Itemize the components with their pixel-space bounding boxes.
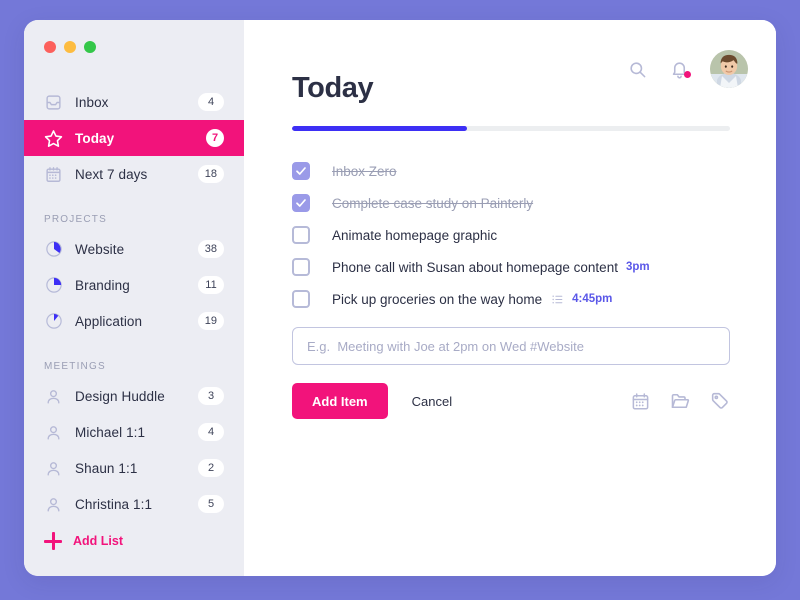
sidebar-item-badge: 11 xyxy=(198,276,224,294)
task-checkbox[interactable] xyxy=(292,162,310,180)
projects-list: Website 38 Branding 11 Application 19 xyxy=(24,231,244,339)
sidebar-item-label: Design Huddle xyxy=(75,388,165,404)
task-time: 3pm xyxy=(625,261,650,273)
sidebar-item-badge: 38 xyxy=(197,240,224,258)
sidebar-item-badge: 19 xyxy=(197,312,224,330)
new-task-input[interactable] xyxy=(307,338,715,354)
window-controls xyxy=(24,20,244,72)
sidebar-item-next-7-days[interactable]: Next 7 days 18 xyxy=(24,156,244,192)
task-label: Phone call with Susan about homepage con… xyxy=(332,259,618,275)
meetings-section-title: MEETINGS xyxy=(44,361,106,372)
subtask-list-icon xyxy=(551,293,564,306)
task-checkbox[interactable] xyxy=(292,226,310,244)
tag-icon[interactable] xyxy=(710,391,730,411)
task-time: 4:45pm xyxy=(572,293,613,305)
sidebar-item-badge: 2 xyxy=(198,459,224,477)
plus-icon xyxy=(44,532,62,550)
primary-nav: Inbox 4 Today 7 Next 7 days 18 xyxy=(24,84,244,192)
sidebar: Inbox 4 Today 7 Next 7 days 18 PROJECTS … xyxy=(24,20,244,576)
main-content: Today Inbox Zero Complete case study on … xyxy=(244,20,776,576)
sidebar-item-label: Michael 1:1 xyxy=(75,424,146,440)
person-icon xyxy=(44,495,63,514)
sidebar-item-label: Application xyxy=(75,313,143,329)
sidebar-item-christina-1-1[interactable]: Christina 1:1 5 xyxy=(24,486,244,522)
progress-bar-fill xyxy=(292,126,468,131)
header-actions xyxy=(626,50,748,88)
sidebar-item-label: Next 7 days xyxy=(75,166,148,182)
sidebar-item-badge: 5 xyxy=(198,495,224,513)
inbox-icon xyxy=(44,93,63,112)
new-task-input-wrapper[interactable] xyxy=(292,327,730,365)
task-item[interactable]: Complete case study on Painterly xyxy=(292,187,730,219)
sidebar-item-label: Today xyxy=(75,130,115,146)
task-label: Pick up groceries on the way home xyxy=(332,291,543,307)
task-label: Inbox Zero xyxy=(332,163,397,179)
folder-icon[interactable] xyxy=(670,391,690,411)
sidebar-item-badge: 4 xyxy=(198,93,224,111)
sidebar-item-badge: 18 xyxy=(197,165,224,183)
avatar[interactable] xyxy=(710,50,748,88)
sidebar-item-design-huddle[interactable]: Design Huddle 3 xyxy=(24,378,244,414)
sidebar-item-badge: 3 xyxy=(198,387,224,405)
pie-progress-icon xyxy=(44,240,63,259)
bell-icon[interactable] xyxy=(668,58,691,80)
maximize-button[interactable] xyxy=(84,41,96,53)
composer-actions: Add Item Cancel xyxy=(292,383,730,419)
sidebar-item-today[interactable]: Today 7 xyxy=(24,120,244,156)
sidebar-item-website[interactable]: Website 38 xyxy=(24,231,244,267)
task-item[interactable]: Pick up groceries on the way home 4:45pm xyxy=(292,283,730,315)
task-list: Inbox Zero Complete case study on Painte… xyxy=(292,155,730,315)
sidebar-item-badge: 7 xyxy=(206,129,224,147)
sidebar-item-label: Inbox xyxy=(75,94,109,110)
task-item[interactable]: Inbox Zero xyxy=(292,155,730,187)
calendar-icon xyxy=(44,165,63,184)
pie-progress-icon xyxy=(44,312,63,331)
sidebar-item-shaun-1-1[interactable]: Shaun 1:1 2 xyxy=(24,450,244,486)
sidebar-item-badge: 4 xyxy=(198,423,224,441)
pie-progress-icon xyxy=(44,276,63,295)
task-label: Complete case study on Painterly xyxy=(332,195,534,211)
person-icon xyxy=(44,387,63,406)
composer-tools xyxy=(631,391,730,411)
sidebar-item-label: Branding xyxy=(75,277,130,293)
projects-section-title: PROJECTS xyxy=(44,214,107,225)
task-label: Animate homepage graphic xyxy=(332,227,498,243)
task-checkbox[interactable] xyxy=(292,290,310,308)
notification-dot xyxy=(684,71,691,78)
meetings-list: Design Huddle 3 Michael 1:1 4 Shaun 1:1 … xyxy=(24,378,244,522)
calendar-icon[interactable] xyxy=(631,392,650,411)
progress-bar xyxy=(292,126,730,131)
star-icon xyxy=(44,129,63,148)
sidebar-item-label: Website xyxy=(75,241,125,257)
sidebar-item-label: Christina 1:1 xyxy=(75,496,153,512)
task-checkbox[interactable] xyxy=(292,194,310,212)
task-item[interactable]: Phone call with Susan about homepage con… xyxy=(292,251,730,283)
minimize-button[interactable] xyxy=(64,41,76,53)
add-list-button[interactable]: Add List xyxy=(24,532,244,576)
task-item[interactable]: Animate homepage graphic xyxy=(292,219,730,251)
sidebar-item-label: Shaun 1:1 xyxy=(75,460,138,476)
app-window: Inbox 4 Today 7 Next 7 days 18 PROJECTS … xyxy=(24,20,776,576)
task-checkbox[interactable] xyxy=(292,258,310,276)
person-icon xyxy=(44,423,63,442)
person-icon xyxy=(44,459,63,478)
sidebar-item-michael-1-1[interactable]: Michael 1:1 4 xyxy=(24,414,244,450)
search-icon[interactable] xyxy=(626,58,648,80)
sidebar-item-inbox[interactable]: Inbox 4 xyxy=(24,84,244,120)
sidebar-item-branding[interactable]: Branding 11 xyxy=(24,267,244,303)
close-button[interactable] xyxy=(44,41,56,53)
add-item-button[interactable]: Add Item xyxy=(292,383,388,419)
cancel-button[interactable]: Cancel xyxy=(412,394,452,409)
sidebar-item-application[interactable]: Application 19 xyxy=(24,303,244,339)
add-list-label: Add List xyxy=(73,534,123,548)
